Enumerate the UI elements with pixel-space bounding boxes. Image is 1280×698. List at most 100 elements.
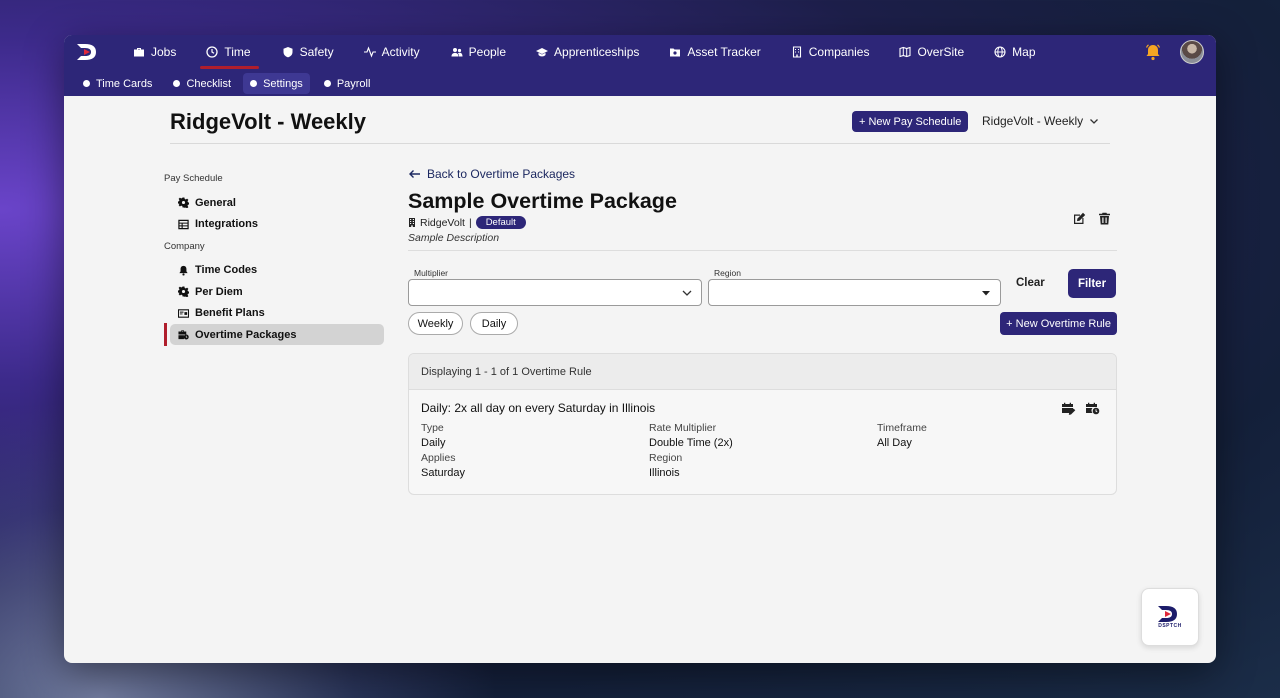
daily-chip[interactable]: Daily [470,312,518,335]
rule-type-value: Daily [421,437,446,449]
nav-jobs[interactable]: Jobs [133,35,176,69]
rule-applies-value: Saturday [421,467,466,479]
overtime-rules-list: Displaying 1 - 1 of 1 Overtime Rule Dail… [408,353,1117,495]
page-header: RidgeVolt - Weekly + New Pay Schedule Ri… [170,108,1110,144]
rule-type-label: Type [421,422,444,434]
subnav-time-cards-label: Time Cards [96,77,153,90]
nav-people[interactable]: People [451,35,506,69]
trash-icon[interactable] [1098,212,1111,225]
nav-jobs-label: Jobs [151,45,177,59]
pay-schedule-select[interactable]: RidgeVolt - Weekly [982,114,1099,128]
dsptch-help-button[interactable]: DSPTCH [1141,588,1199,646]
nav-safety[interactable]: Safety [282,35,334,69]
top-navbar: Jobs Time Safety Activity People Apprent… [64,35,1216,96]
user-avatar[interactable] [1180,40,1204,64]
weekly-chip[interactable]: Weekly [408,312,463,335]
nav-companies[interactable]: Companies [791,35,869,69]
results-of: of [499,365,510,378]
people-icon [451,48,463,57]
results-range: 1 - 1 [474,365,497,378]
package-description: Sample Description [408,232,500,244]
notification-bell-icon[interactable] [1144,43,1162,61]
multiplier-select[interactable] [408,279,702,306]
app-logo-icon[interactable] [76,43,102,61]
sidebar-item-general-label: General [195,196,236,209]
default-badge: Default [475,216,526,229]
subnav-settings-label: Settings [263,77,303,90]
nav-asset-tracker-label: Asset Tracker [687,45,761,59]
multiplier-field: Multiplier [408,268,702,306]
rule-empty-cell [877,451,1105,466]
filter-bar: Multiplier Region Clear Filter [408,268,1117,308]
gear-icon [178,197,189,208]
sidebar-item-benefit-plans-label: Benefit Plans [195,307,265,319]
asset-icon [670,48,681,57]
subnav-settings[interactable]: Settings [243,73,310,94]
rule-actions [1061,402,1100,415]
sidebar-item-per-diem-label: Per Diem [195,285,243,298]
new-pay-schedule-button[interactable]: + New Pay Schedule [852,111,969,132]
nav-time[interactable]: Time [200,35,259,69]
sidebar-item-time-codes[interactable]: Time Codes [164,260,384,281]
sub-nav: Time Cards Checklist Settings Payroll [76,73,377,94]
graduation-cap-icon [536,48,549,57]
subnav-dot-icon [83,80,90,87]
list-item: Daily: 2x all day on every Saturday in I… [409,390,1116,494]
region-field: Region [708,268,1001,306]
arrow-left-icon [409,170,420,178]
rule-rate-value: Double Time (2x) [649,437,733,449]
nav-oversite[interactable]: OverSite [899,35,964,69]
subnav-payroll[interactable]: Payroll [317,73,378,94]
sidebar-item-overtime-packages[interactable]: Overtime Packages [164,323,384,346]
dsptch-logo-icon [1158,606,1177,622]
nav-apprenticeships[interactable]: Apprenticeships [536,35,639,69]
clear-button[interactable]: Clear [1016,277,1045,289]
package-meta: RidgeVolt | Default [408,216,1117,229]
rule-type-chips: Weekly Daily + New Overtime Rule [408,312,1117,336]
app-window: Jobs Time Safety Activity People Apprent… [64,35,1216,663]
sidebar-item-time-codes-label: Time Codes [195,264,258,276]
nav-map[interactable]: Map [994,35,1036,69]
calendar-clock-icon[interactable] [1085,402,1100,415]
main-nav: Jobs Time Safety Activity People Apprent… [124,35,1036,69]
region-label: Region [714,268,741,278]
nav-oversite-label: OverSite [917,45,965,59]
nav-activity[interactable]: Activity [363,35,420,69]
nav-asset-tracker[interactable]: Asset Tracker [669,35,761,69]
sidebar-item-integrations-label: Integrations [195,218,258,230]
caret-down-icon [982,291,990,296]
subnav-checklist[interactable]: Checklist [166,73,238,94]
back-link-label: Back to Overtime Packages [427,167,576,181]
pay-schedule-select-value: RidgeVolt - Weekly [982,114,1084,128]
subnav-dot-icon [173,80,181,87]
briefcase-clock-icon [178,330,189,340]
sidebar-item-benefit-plans[interactable]: Benefit Plans [164,303,384,324]
nav-activity-label: Activity [381,45,420,59]
package-company: RidgeVolt [420,216,465,229]
results-noun: Overtime Rule [521,365,592,378]
subnav-time-cards[interactable]: Time Cards [76,73,159,94]
sidebar-section-company: Company [164,240,205,252]
sidebar-item-overtime-packages-label: Overtime Packages [195,328,297,341]
package-actions [1073,212,1111,225]
nav-safety-label: Safety [299,45,334,59]
dsptch-logo-text: DSPTCH [1158,623,1182,629]
calendar-edit-icon[interactable] [1061,402,1076,415]
rule-applies-label: Applies [421,452,456,464]
globe-icon [994,46,1006,58]
nav-people-label: People [468,45,507,59]
sidebar-item-per-diem[interactable]: Per Diem [164,281,384,302]
edit-icon[interactable] [1073,212,1086,225]
sidebar-item-integrations[interactable]: Integrations [164,214,384,235]
rule-region-value: Illinois [649,467,680,479]
region-select[interactable] [708,279,1001,306]
back-to-overtime-packages-link[interactable]: Back to Overtime Packages [408,167,1117,181]
chevron-down-icon [1090,119,1099,124]
subnav-dot-icon [323,80,331,87]
sidebar-item-general[interactable]: General [164,192,384,213]
rule-rate-label: Rate Multiplier [649,422,717,434]
new-overtime-rule-button[interactable]: + New Overtime Rule [1000,312,1117,335]
subnav-dot-icon [250,80,258,87]
filter-button[interactable]: Filter [1068,269,1116,298]
subnav-checklist-label: Checklist [186,77,232,90]
